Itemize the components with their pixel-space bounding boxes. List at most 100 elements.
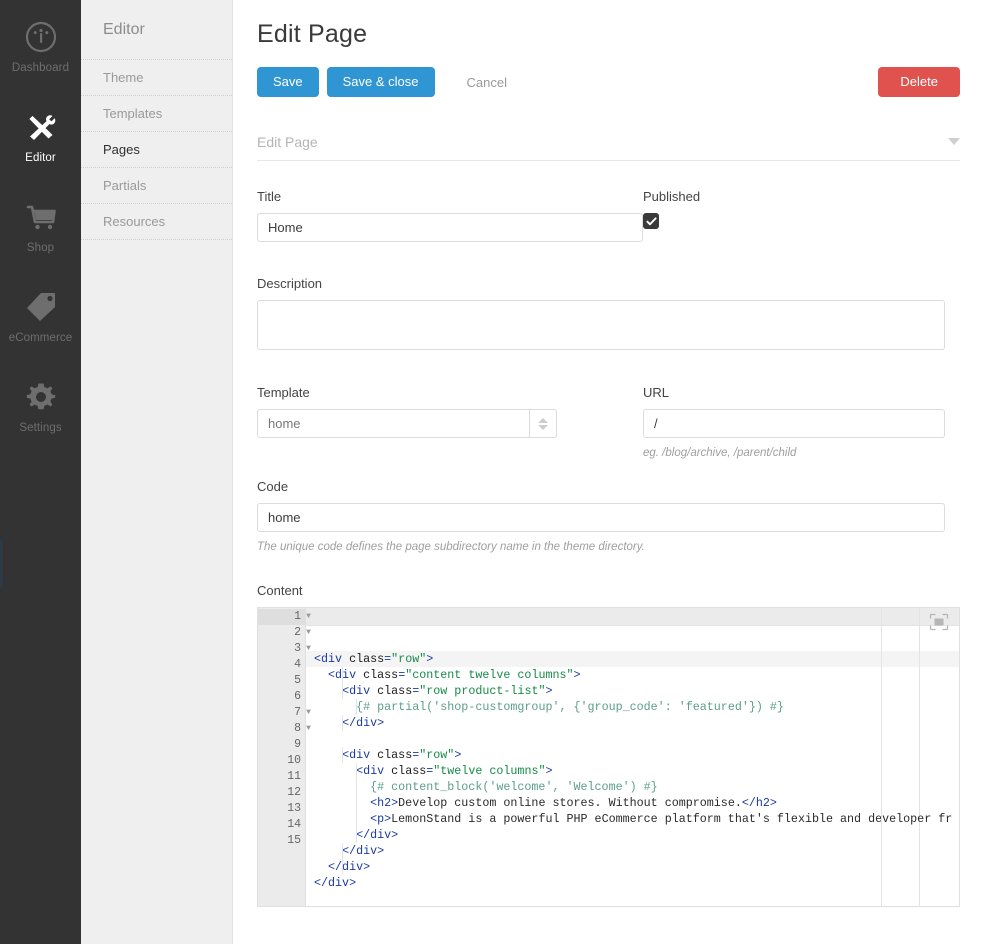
field-url: URL eg. /blog/archive, /parent/child	[643, 385, 945, 459]
code-token: class	[349, 652, 385, 666]
main-content: Edit Page Save Save & close Cancel Delet…	[233, 0, 1008, 944]
gauge-icon	[21, 17, 61, 57]
context-selector[interactable]: Edit Page	[257, 123, 960, 161]
indent-guide	[342, 683, 344, 699]
code-editor[interactable]: 1 ▼ 2 ▼ 3 ▼ 4 5 6 7 ▼ 8 ▼ 9 10 11 12 13 14 15 <div class="r…	[257, 607, 960, 907]
published-checkbox[interactable]	[643, 213, 659, 229]
editor-code-line: <div class="row">	[306, 651, 959, 667]
tools-icon	[21, 107, 61, 147]
editor-line-number: 13	[287, 802, 301, 815]
code-token: "content twelve columns"	[405, 668, 574, 682]
url-label: URL	[643, 385, 670, 400]
template-label: Template	[257, 385, 310, 400]
editor-code-line: {# content_block('welcome', 'Welcome') #…	[306, 779, 959, 795]
rail-item-label: Settings	[19, 421, 62, 434]
editor-code-line: </div>	[306, 859, 959, 875]
sidebar-item-resources[interactable]: Resources	[81, 204, 232, 240]
title-label: Title	[257, 189, 282, 204]
rail-item-dashboard[interactable]: Dashboard	[0, 0, 81, 90]
row-title-published: Title Published	[257, 189, 960, 242]
rail-item-shop[interactable]: Shop	[0, 180, 81, 270]
editor-line-number: 3 ▼	[258, 641, 311, 657]
row-template-url: Template URL eg. /blog/archive, /parent/…	[257, 385, 960, 459]
code-token: </div>	[314, 876, 357, 890]
code-token: class	[391, 764, 427, 778]
description-textarea[interactable]	[257, 300, 945, 350]
save-button[interactable]: Save	[257, 67, 319, 97]
sidebar-item-label: Partials	[103, 178, 147, 193]
sidebar-item-partials[interactable]: Partials	[81, 168, 232, 204]
url-input[interactable]	[643, 409, 945, 438]
editor-line-number: 12	[287, 786, 301, 799]
rail-item-label: Dashboard	[11, 61, 70, 74]
row-code: Code The unique code defines the page su…	[257, 479, 960, 553]
rail-item-editor[interactable]: Editor	[0, 90, 81, 180]
code-token: Develop custom online stores. Without co…	[398, 796, 742, 810]
context-selector-label: Edit Page	[257, 133, 318, 150]
indent-guide	[356, 827, 358, 843]
check-icon	[645, 216, 657, 225]
delete-button[interactable]: Delete	[878, 67, 960, 97]
description-label: Description	[257, 276, 323, 291]
template-stepper[interactable]	[529, 409, 557, 438]
page-title: Edit Page	[257, 20, 368, 48]
indent-guide	[342, 859, 344, 875]
code-input[interactable]	[257, 503, 945, 532]
code-token: </div>	[342, 716, 385, 730]
sidebar-item-templates[interactable]: Templates	[81, 96, 232, 132]
save-close-button[interactable]: Save & close	[326, 67, 435, 97]
rail-item-settings[interactable]: Settings	[0, 360, 81, 450]
code-token: >	[454, 748, 462, 762]
published-label: Published	[643, 189, 701, 204]
sidebar-item-pages[interactable]: Pages	[81, 132, 232, 168]
rail-item-ecommerce[interactable]: eCommerce	[0, 270, 81, 360]
chevron-down-icon	[538, 424, 548, 430]
editor-line-number: 14	[287, 818, 301, 831]
code-token: class	[363, 668, 399, 682]
editor-code-line: <h2>Develop custom online stores. Withou…	[306, 795, 959, 811]
editor-code-line: <div class="twelve columns">	[306, 763, 959, 779]
code-token: >	[545, 684, 553, 698]
title-input[interactable]	[257, 213, 643, 242]
editor-code-line: </div>	[306, 843, 959, 859]
code-token: </h2>	[741, 796, 777, 810]
editor-line-number: 9	[294, 738, 301, 751]
editor-line-number: 1 ▼	[258, 609, 311, 625]
primary-navigation-rail: Dashboard Editor Shop eCommerce Settings	[0, 0, 81, 944]
indent-guide	[356, 795, 358, 811]
code-token: LemonStand is a powerful PHP eCommerce p…	[391, 812, 953, 826]
indent-guide	[342, 667, 344, 683]
editor-code-line: <div class="row">	[306, 747, 959, 763]
editor-minimap[interactable]	[881, 608, 959, 906]
code-token: <p>	[370, 812, 392, 826]
sidebar-item-theme[interactable]: Theme	[81, 60, 232, 96]
cancel-button[interactable]: Cancel	[455, 75, 519, 90]
editor-line-number: 2 ▼	[258, 625, 311, 641]
indent-guide	[356, 811, 358, 827]
editor-code-line: {# partial('shop-customgroup', {'group_c…	[306, 699, 959, 715]
code-token: >	[545, 764, 553, 778]
tag-icon	[21, 287, 61, 327]
secondary-sidebar: Editor Theme Templates Pages Partials Re…	[81, 0, 233, 944]
template-select[interactable]	[257, 409, 557, 438]
editor-code-area[interactable]: <div class="row"> <div class="content tw…	[306, 608, 959, 906]
template-select-value[interactable]	[257, 409, 557, 438]
sidebar-item-label: Templates	[103, 106, 163, 121]
editor-code-line: <p>LemonStand is a powerful PHP eCommerc…	[306, 811, 959, 827]
code-token: <div	[342, 748, 371, 762]
editor-code-line: </div>	[306, 875, 959, 891]
editor-code-line: </div>	[306, 827, 959, 843]
field-description: Description	[257, 276, 945, 355]
editor-code-line	[306, 731, 959, 747]
field-published: Published	[643, 189, 960, 242]
fullscreen-icon[interactable]	[929, 613, 949, 631]
code-token: {# content_block('welcome', 'Welcome') #…	[370, 780, 658, 794]
